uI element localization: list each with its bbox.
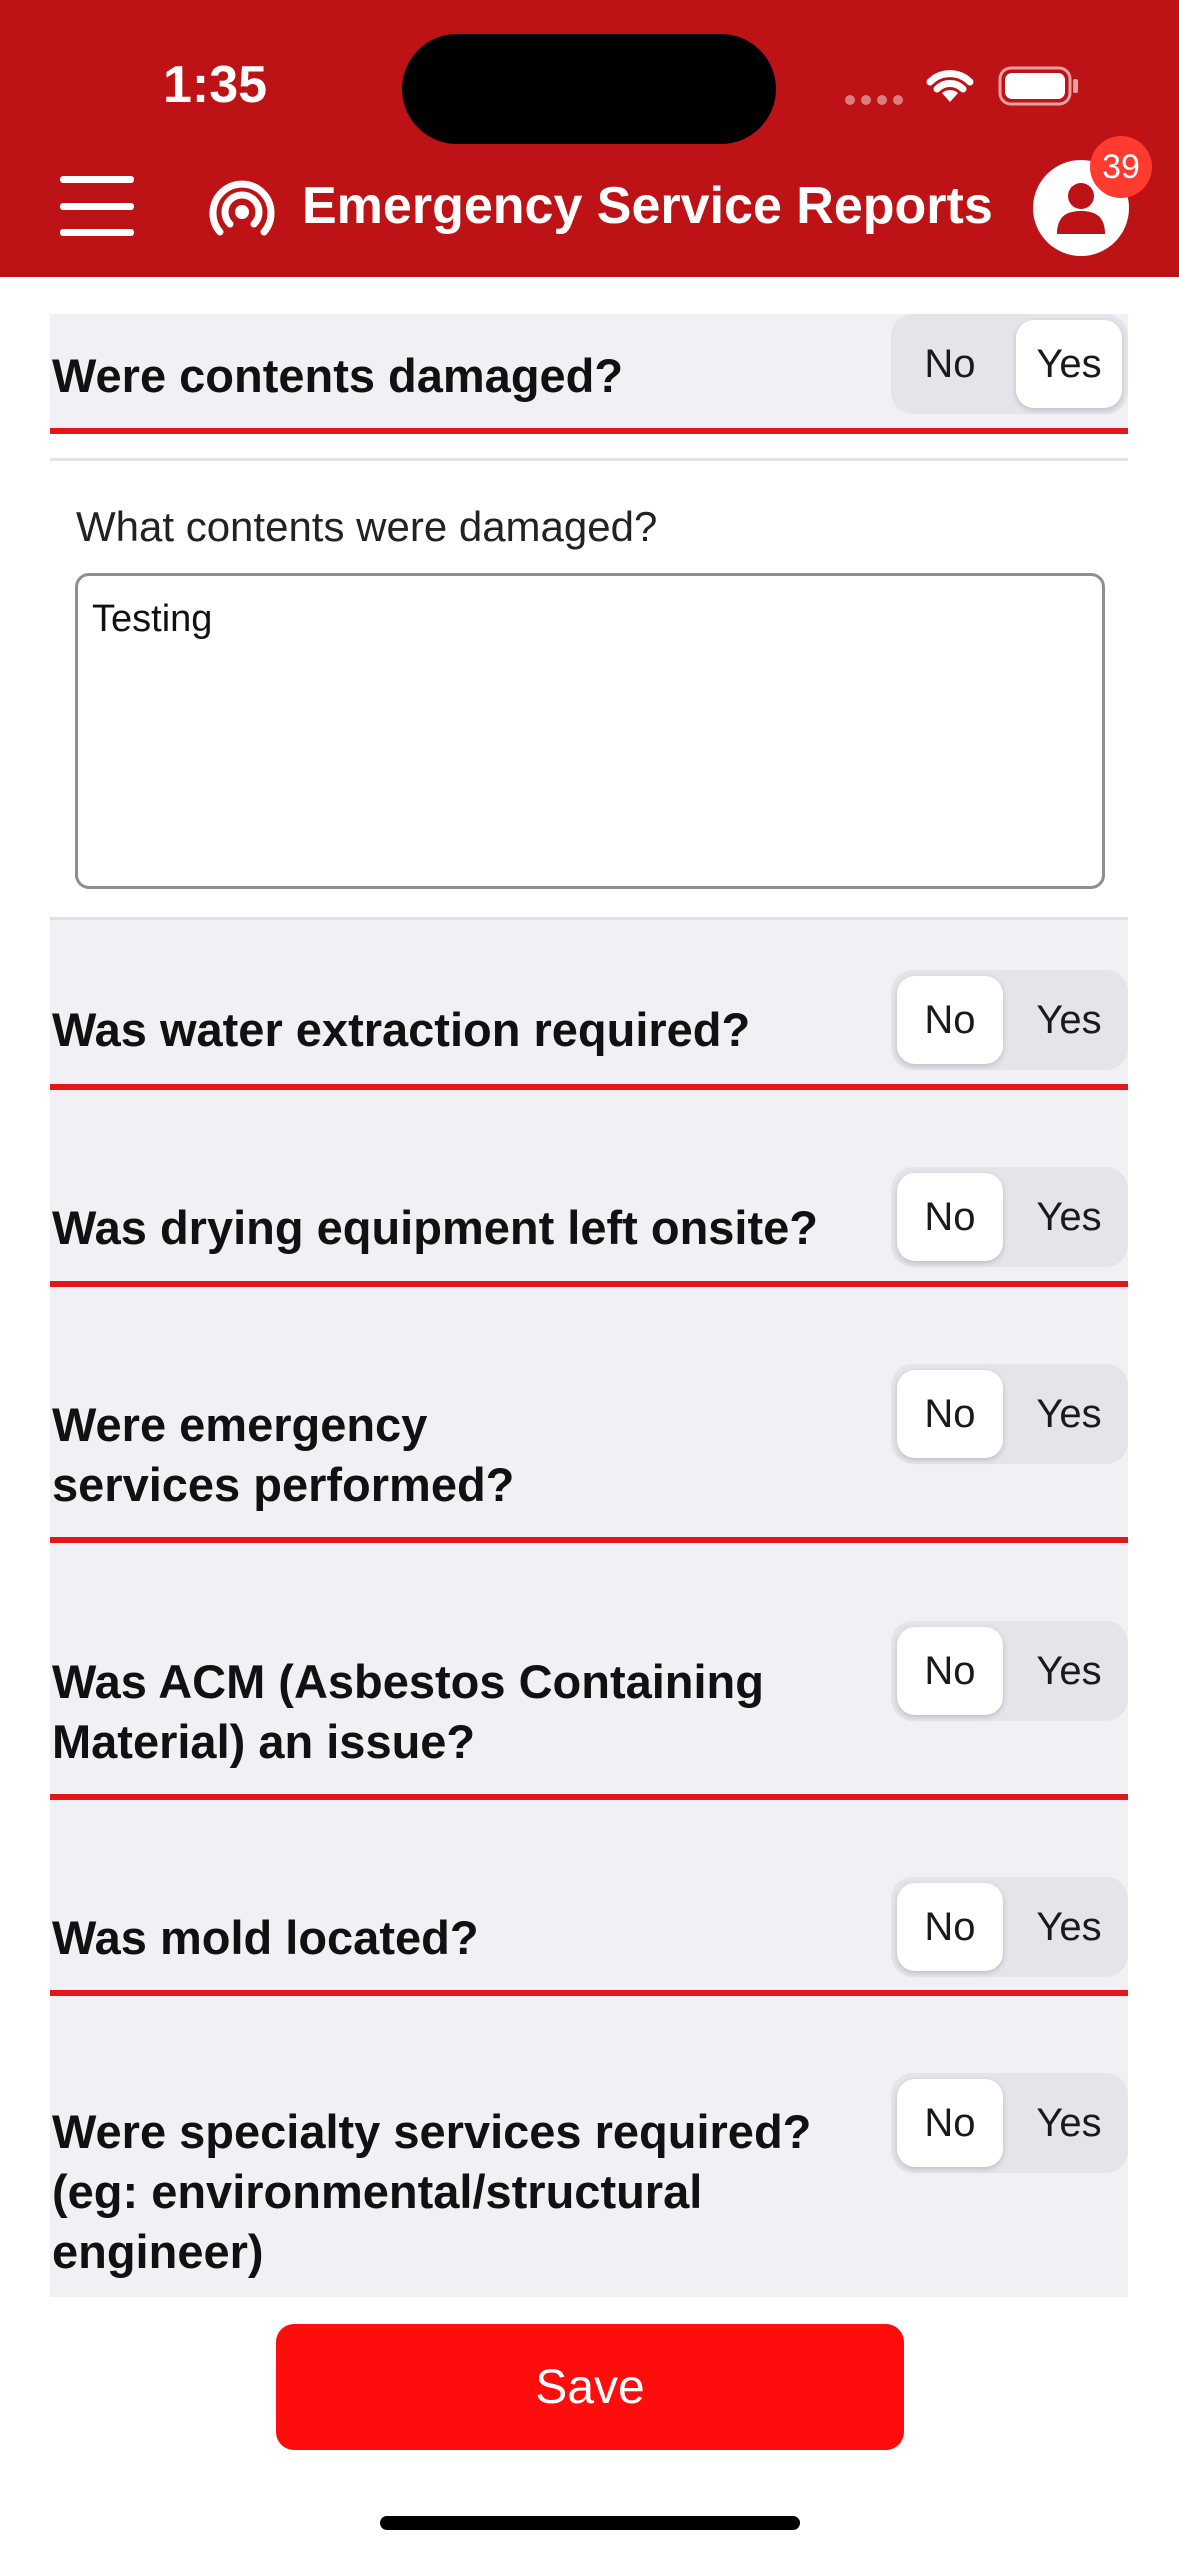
report-form: Were contents damaged? No Yes What conte… xyxy=(50,277,1128,2297)
hamburger-menu-icon[interactable] xyxy=(60,176,134,236)
toggle-no-option[interactable]: No xyxy=(897,320,1003,408)
toggle-no-option[interactable]: No xyxy=(897,1173,1003,1261)
toggle-no-option[interactable]: No xyxy=(897,1627,1003,1715)
yes-no-toggle: No Yes xyxy=(891,2073,1128,2173)
toggle-no-option[interactable]: No xyxy=(897,2079,1003,2167)
question-label: Were emergency services performed? xyxy=(52,1398,515,1511)
yes-no-toggle: No Yes xyxy=(891,314,1128,414)
question-asbestos: Was ACM (Asbestos Containing Material) a… xyxy=(50,1543,1128,1800)
yes-no-toggle: No Yes xyxy=(891,1877,1128,1977)
divider xyxy=(50,428,1128,434)
toggle-no-option[interactable]: No xyxy=(897,976,1003,1064)
question-specialty-services: Were specialty services required? (eg: e… xyxy=(50,1996,1128,2297)
home-indicator xyxy=(380,2516,800,2530)
question-label: Was drying equipment left onsite? xyxy=(52,1201,818,1254)
cellular-signal-icon xyxy=(845,95,905,107)
question-label: Was ACM (Asbestos Containing Material) a… xyxy=(52,1655,764,1768)
dynamic-island xyxy=(402,34,776,144)
question-mold: Was mold located? No Yes xyxy=(50,1800,1128,1996)
contents-detail-label: What contents were damaged? xyxy=(76,503,658,550)
question-label: Was mold located? xyxy=(52,1911,479,1964)
yes-no-toggle: No Yes xyxy=(891,1621,1128,1721)
toggle-yes-option[interactable]: Yes xyxy=(1016,1883,1122,1971)
app-header: 1:35 Emergency Service Reports 39 xyxy=(0,0,1179,277)
question-drying-equipment: Was drying equipment left onsite? No Yes xyxy=(50,1090,1128,1287)
notification-badge: 39 xyxy=(1090,136,1152,198)
question-label: Were specialty services required? (eg: e… xyxy=(52,2105,812,2278)
toggle-yes-option[interactable]: Yes xyxy=(1016,976,1122,1064)
yes-no-toggle: No Yes xyxy=(891,1167,1128,1267)
toggle-yes-option[interactable]: Yes xyxy=(1016,2079,1122,2167)
yes-no-toggle: No Yes xyxy=(891,970,1128,1070)
wifi-icon xyxy=(926,70,974,102)
status-time: 1:35 xyxy=(163,56,268,114)
question-label: Were contents damaged? xyxy=(52,349,624,402)
toggle-yes-option[interactable]: Yes xyxy=(1016,1173,1122,1261)
save-button[interactable]: Save xyxy=(276,2324,904,2450)
toggle-no-option[interactable]: No xyxy=(897,1370,1003,1458)
question-water-extraction: Was water extraction required? No Yes xyxy=(50,920,1128,1090)
contents-detail-textarea[interactable]: Testing xyxy=(75,573,1105,889)
question-emergency-services: Were emergency services performed? No Ye… xyxy=(50,1287,1128,1543)
yes-no-toggle: No Yes xyxy=(891,1364,1128,1464)
toggle-yes-option[interactable]: Yes xyxy=(1016,320,1122,408)
page-title: Emergency Service Reports xyxy=(302,177,993,235)
screen: 1:35 Emergency Service Reports 39 Were c… xyxy=(0,0,1179,2556)
toggle-yes-option[interactable]: Yes xyxy=(1016,1627,1122,1715)
toggle-no-option[interactable]: No xyxy=(897,1883,1003,1971)
toggle-yes-option[interactable]: Yes xyxy=(1016,1370,1122,1458)
contents-detail-section: What contents were damaged? Testing xyxy=(50,458,1128,920)
question-label: Was water extraction required? xyxy=(52,1003,751,1056)
question-contents-damaged: Were contents damaged? No Yes xyxy=(50,314,1128,434)
battery-icon xyxy=(998,66,1078,106)
broadcast-logo-icon xyxy=(209,180,275,236)
